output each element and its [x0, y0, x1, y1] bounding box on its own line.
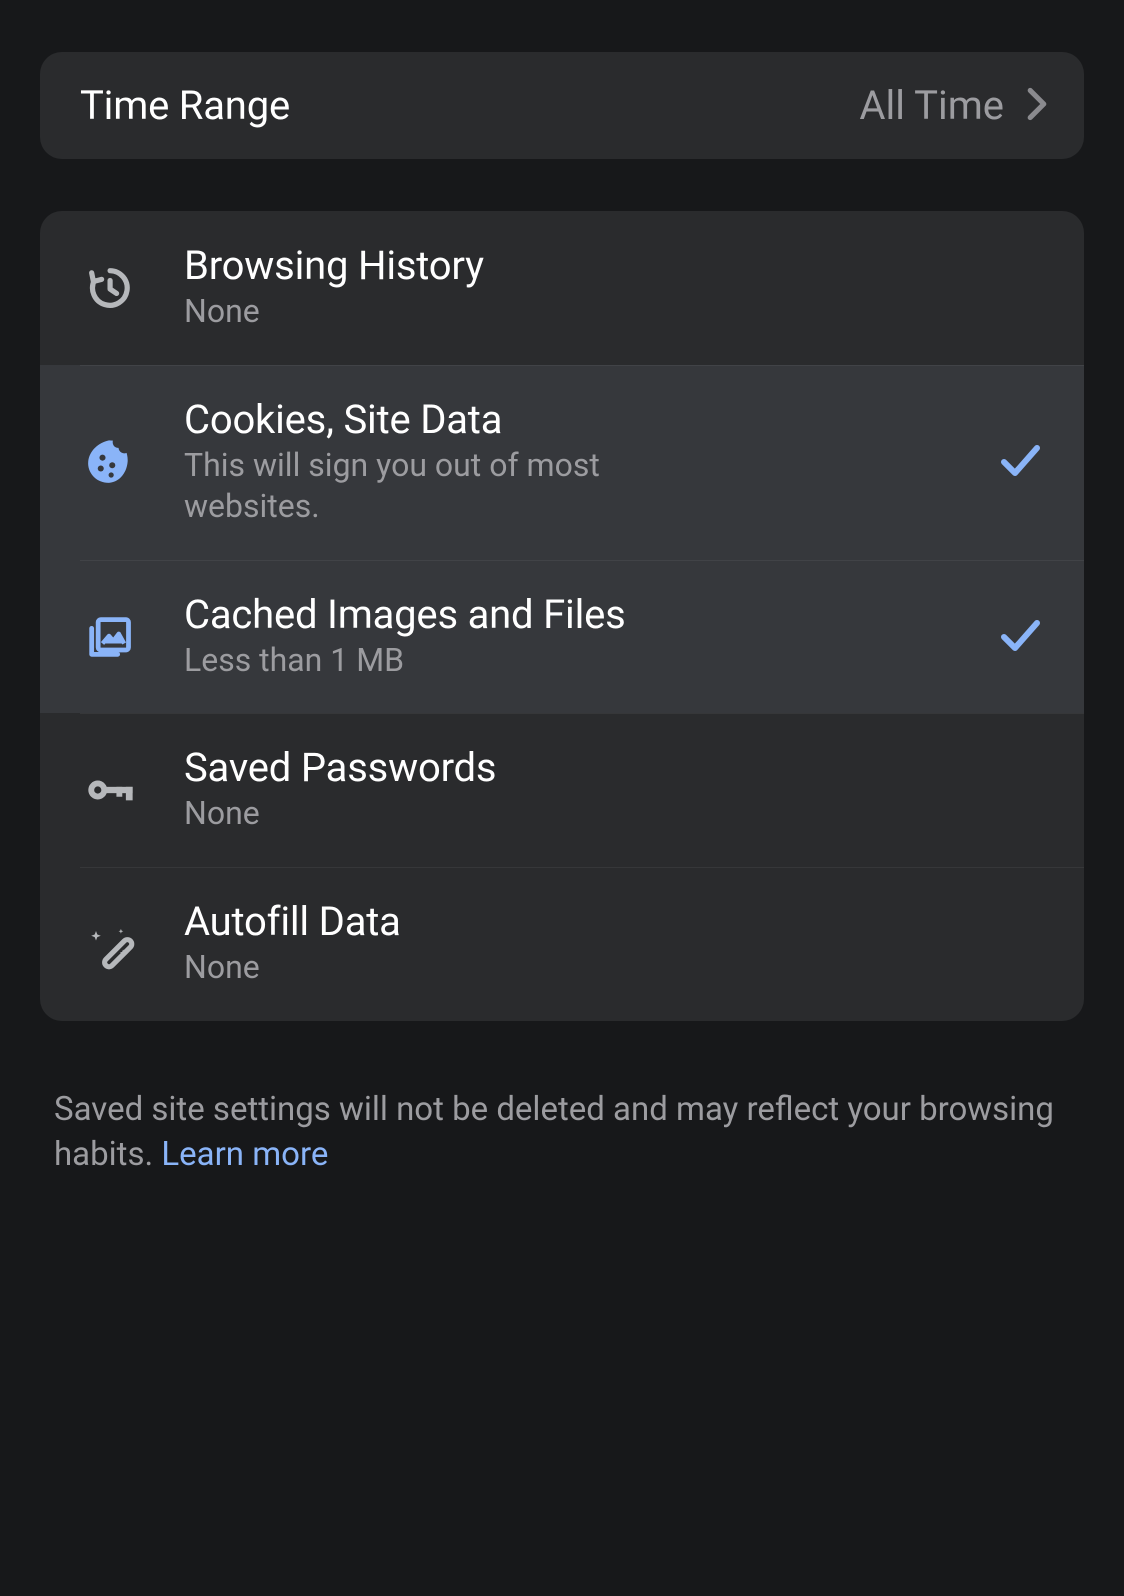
option-browsing-history[interactable]: Browsing History None: [40, 211, 1084, 365]
time-range-value: All Time: [859, 82, 1004, 129]
history-icon: [80, 259, 138, 317]
magic-wand-icon: [80, 915, 138, 973]
chevron-right-icon: [1026, 87, 1048, 125]
images-icon: [80, 608, 138, 666]
option-title: Cookies, Site Data: [184, 397, 966, 443]
learn-more-link[interactable]: Learn more: [161, 1135, 328, 1174]
option-autofill-data[interactable]: Autofill Data None: [40, 867, 1084, 1021]
option-cookies-site-data[interactable]: Cookies, Site Data This will sign you ou…: [40, 365, 1084, 560]
option-subtitle: None: [184, 793, 684, 835]
option-cached-images-files[interactable]: Cached Images and Files Less than 1 MB: [40, 560, 1084, 714]
check-icon: [996, 611, 1044, 663]
option-subtitle: None: [184, 947, 684, 989]
time-range-row[interactable]: Time Range All Time: [40, 52, 1084, 159]
option-subtitle: Less than 1 MB: [184, 640, 684, 682]
cookie-icon: [80, 433, 138, 491]
option-subtitle: None: [184, 291, 684, 333]
footer-note: Saved site settings will not be deleted …: [40, 1087, 1084, 1178]
time-range-label: Time Range: [80, 82, 290, 129]
check-icon: [996, 436, 1044, 488]
clear-data-options: Browsing History None Cookies, Site Data…: [40, 211, 1084, 1021]
option-title: Browsing History: [184, 243, 1014, 289]
option-title: Cached Images and Files: [184, 592, 966, 638]
key-icon: [80, 761, 138, 819]
option-title: Autofill Data: [184, 899, 1014, 945]
option-title: Saved Passwords: [184, 745, 1014, 791]
option-saved-passwords[interactable]: Saved Passwords None: [40, 713, 1084, 867]
option-subtitle: This will sign you out of most websites.: [184, 445, 684, 528]
